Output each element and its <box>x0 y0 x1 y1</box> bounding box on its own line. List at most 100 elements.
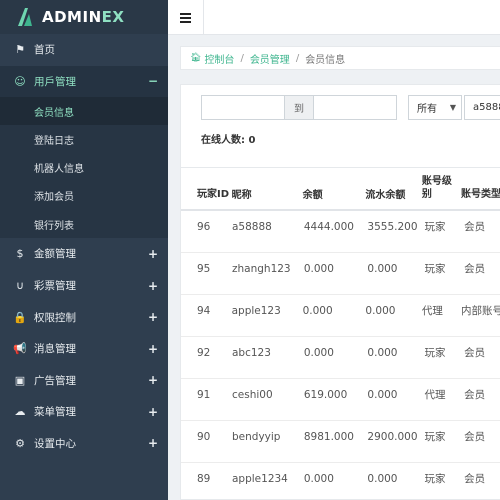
online-label: 在线人数: <box>201 135 245 146</box>
cloud-icon: ☁ <box>14 405 26 419</box>
sidebar-item[interactable]: ☁ 菜单管理 + <box>0 396 168 428</box>
col-turnover[interactable]: 流水余额 <box>365 186 421 201</box>
cell-balance: 0.000 <box>303 347 334 359</box>
plus-icon: + <box>147 341 158 356</box>
table-header: 玩家ID 昵称 余额 流水余额 账号级别 账号类型 <box>181 167 500 211</box>
cell-account-level: 玩家 <box>424 347 446 359</box>
table-row[interactable]: 96 a58888 4444.000 3555.200 玩家 会员 <box>181 211 500 253</box>
sidebar-item[interactable]: 🔒 权限控制 + <box>0 301 168 333</box>
col-account-level[interactable]: 账号级别 <box>422 175 461 201</box>
online-value: 0 <box>248 135 256 146</box>
col-player-id[interactable]: 玩家ID <box>181 188 232 201</box>
cell-account-level: 代理 <box>421 305 443 317</box>
start-input[interactable] <box>201 95 285 120</box>
logo-text: ADMINEX <box>42 8 125 26</box>
table-row[interactable]: 94 apple123 0.000 0.000 代理 内部账号 <box>181 295 500 337</box>
cell-account-type: 会员 <box>464 221 486 233</box>
sidebar-item-label: 首页 <box>34 44 55 57</box>
cell-player-id: 92 <box>197 347 211 359</box>
cell-turnover: 0.000 <box>367 473 398 485</box>
keyword-input[interactable]: a58888 <box>464 95 500 120</box>
home-icon: 🏠︎ <box>190 53 202 63</box>
cell-turnover: 0.000 <box>367 389 398 401</box>
submenu-item[interactable]: 登陆日志 <box>0 125 168 153</box>
sidebar-item[interactable]: $ 金额管理 + <box>0 238 168 270</box>
cell-turnover: 3555.200 <box>367 221 418 233</box>
cell-nickname: ceshi00 <box>232 389 273 401</box>
sidebar-item[interactable]: ∪ 彩票管理 + <box>0 270 168 302</box>
breadcrumb-member-management[interactable]: 会员管理 <box>250 51 290 66</box>
cell-nickname: abc123 <box>232 347 271 359</box>
end-input[interactable] <box>313 95 397 120</box>
cell-nickname: apple123 <box>231 305 281 317</box>
member-table: 玩家ID 昵称 余额 流水余额 账号级别 账号类型 96 a58888 4444.0… <box>181 167 500 500</box>
table-row[interactable]: 90 bendyyip 8981.000 2900.000 玩家 会员 <box>181 421 500 463</box>
bullhorn-icon: 📢 <box>13 342 27 356</box>
sidebar-item[interactable]: ⚑ 首页 <box>0 34 168 66</box>
cell-balance: 4444.000 <box>303 221 354 233</box>
submenu-item[interactable]: 机器人信息 <box>0 154 168 182</box>
breadcrumb-current: 会员信息 <box>305 54 346 66</box>
logo-icon <box>18 8 32 26</box>
cell-account-type: 会员 <box>464 473 486 485</box>
cell-player-id: 96 <box>197 221 211 233</box>
plus-icon: + <box>147 246 158 261</box>
sidebar-item[interactable]: ▣ 广告管理 + <box>0 365 168 397</box>
cell-player-id: 94 <box>197 305 211 317</box>
cell-account-level: 代理 <box>424 389 446 401</box>
dollar-icon: $ <box>16 247 24 261</box>
submenu-item[interactable]: 银行列表 <box>0 210 168 238</box>
col-balance[interactable]: 余额 <box>303 186 366 201</box>
cell-turnover: 0.000 <box>367 347 398 359</box>
cell-account-level: 玩家 <box>424 221 446 233</box>
users-icon: ☺ <box>14 74 26 88</box>
lock-icon: 🔒 <box>13 310 27 324</box>
minus-icon: − <box>147 74 158 89</box>
submenu: 会员信息 登陆日志 机器人信息 添加会员 银行列表 <box>0 97 168 239</box>
submenu-item[interactable]: 会员信息 <box>0 97 168 126</box>
type-select[interactable]: 所有 ▼ <box>408 95 462 120</box>
sidebar-item-label: 用戶管理 <box>34 75 76 88</box>
flag-icon: ⚑ <box>15 43 25 57</box>
sidebar-item-label: 设置中心 <box>34 437 76 450</box>
picture-icon: ▣ <box>14 373 26 387</box>
table-row[interactable]: 89 apple1234 0.000 0.000 玩家 会员 <box>181 463 500 500</box>
cell-account-type: 内部账号 <box>460 305 500 317</box>
table-row[interactable]: 95 zhangh123 0.000 0.000 玩家 会员 <box>181 253 500 295</box>
cell-player-id: 91 <box>197 389 211 401</box>
breadcrumb-dashboard[interactable]: 控制台 <box>204 51 234 66</box>
submenu-item[interactable]: 添加会员 <box>0 182 168 210</box>
plus-icon: + <box>147 373 158 388</box>
sidebar-item-label: 权限控制 <box>34 311 76 324</box>
cell-nickname: a58888 <box>232 221 272 233</box>
cell-balance: 8981.000 <box>303 431 354 443</box>
sidebar-item[interactable]: 📢 消息管理 + <box>0 333 168 365</box>
top-bar <box>168 0 500 35</box>
magnet-icon: ∪ <box>15 279 25 293</box>
table-row[interactable]: 91 ceshi00 619.000 0.000 代理 会员 <box>181 379 500 421</box>
table-body: 96 a58888 4444.000 3555.200 玩家 会员 95 zhangh123 0… <box>181 211 500 500</box>
online-count: 在线人数: 0 <box>201 131 255 146</box>
table-row[interactable]: 92 abc123 0.000 0.000 玩家 会员 <box>181 337 500 379</box>
col-nickname[interactable]: 昵称 <box>232 186 303 201</box>
sidebar-nav: ⚑ 首页 ☺ 用戶管理 − 会员信息 登陆日志 机器人信息 添加会员 银行列表 $ 金额管理 + ∪ 彩票管… <box>0 34 168 459</box>
cell-turnover: 0.000 <box>367 263 398 275</box>
cell-account-type: 会员 <box>464 263 486 275</box>
col-account-type[interactable]: 账号类型 <box>461 188 500 201</box>
cell-balance: 0.000 <box>303 473 334 485</box>
menu-toggle-icon[interactable] <box>168 0 204 35</box>
cell-turnover: 0.000 <box>365 305 396 317</box>
sidebar-item-label: 广告管理 <box>34 374 76 387</box>
range-to-label: 到 <box>285 95 313 120</box>
cell-account-level: 玩家 <box>424 431 446 443</box>
sidebar-item-label: 菜单管理 <box>34 406 76 419</box>
member-info-panel: 到 所有 ▼ a58888 在线人数: 0 玩家ID 昵称 余额 流水余额 账号… <box>180 84 500 500</box>
date-range-filter: 到 <box>201 95 397 120</box>
sidebar-item-label: 彩票管理 <box>34 280 76 293</box>
sidebar-item[interactable]: ☺ 用戶管理 − <box>0 65 168 98</box>
cell-balance: 0.000 <box>303 263 334 275</box>
cell-balance: 619.000 <box>303 389 348 401</box>
cell-turnover: 2900.000 <box>367 431 418 443</box>
sidebar-item[interactable]: ⚙ 设置中心 + <box>0 428 168 460</box>
logo[interactable]: ADMINEX <box>0 0 168 34</box>
